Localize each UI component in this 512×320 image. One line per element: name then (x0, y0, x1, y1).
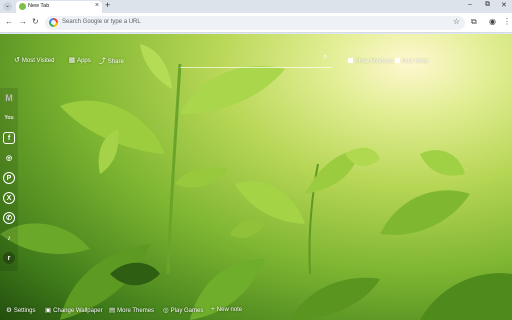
whatsapp-glyph: ✆ (6, 215, 12, 222)
tab-title: New Tab (28, 3, 50, 9)
search-input[interactable] (180, 67, 332, 68)
most-visited-button[interactable]: ↺ Most Visited (14, 56, 54, 66)
pinterest-icon[interactable]: P (3, 172, 15, 184)
forward-icon[interactable]: → (19, 17, 27, 26)
new-note-label: New note (216, 307, 243, 313)
tiktok-glyph: ♪ (7, 234, 11, 242)
reddit-glyph: r (7, 254, 11, 262)
wallpaper-leaves (0, 44, 512, 320)
themes-icon: ▤ (109, 307, 116, 314)
social-sidebar: M You f ◎ P X ✆ ♪ r (0, 88, 18, 271)
youtube-glyph: You (4, 115, 14, 121)
image-icon: ▣ (45, 307, 52, 314)
share-button[interactable]: ⤴ Share (99, 56, 124, 66)
dark-mode-label: Dark Mode (402, 58, 429, 65)
change-wallpaper-label: Change Wallpaper (53, 308, 103, 314)
tab-new-tab[interactable]: New Tab × (16, 1, 102, 13)
new-tab-button[interactable]: + (105, 0, 110, 10)
profile-icon[interactable]: ◉ (489, 17, 496, 26)
google-icon (49, 18, 58, 27)
show-shortcuts-toggle[interactable]: Show Shortcuts (348, 58, 394, 65)
play-games-button[interactable]: ◎ Play Games (163, 306, 203, 314)
new-tab-page: ↺ Most Visited ▦ Apps ⤴ Share ⌕ Show Shortc… (0, 34, 512, 320)
restore-icon[interactable]: ⧉ (485, 1, 490, 9)
x-icon[interactable]: X (3, 192, 15, 204)
share-icon: ⤴ (98, 58, 106, 65)
settings-button[interactable]: ⚙ Settings (6, 306, 36, 314)
instagram-icon[interactable]: ◎ (3, 152, 15, 164)
reddit-icon[interactable]: r (3, 252, 15, 264)
bottom-bar: ⚙ Settings ▣ Change Wallpaper ▤ More Themes… (0, 302, 512, 320)
facebook-glyph: f (7, 134, 11, 142)
instagram-glyph: ◎ (5, 155, 13, 162)
extensions-icon[interactable]: ⧉ (471, 17, 477, 27)
settings-label: Settings (13, 308, 36, 314)
youtube-icon[interactable]: You (3, 112, 15, 124)
tab-search-icon[interactable]: ⌄ (3, 2, 12, 11)
x-glyph: X (6, 194, 12, 202)
reload-icon[interactable]: ↻ (32, 17, 39, 26)
gamepad-icon: ◎ (163, 307, 169, 314)
more-themes-label: More Themes (117, 308, 155, 314)
minimize-icon[interactable]: – (468, 1, 472, 8)
browser-toolbar: ← → ↻ Search Google or type a URL ☆ ⧉ ◉ … (0, 13, 512, 33)
apps-label: Apps (77, 58, 91, 64)
dark-mode-toggle[interactable]: Dark Mode (395, 58, 429, 65)
show-shortcuts-label: Show Shortcuts (355, 58, 394, 65)
gmail-icon[interactable]: M (3, 92, 15, 104)
tab-close-icon[interactable]: × (95, 2, 99, 9)
omnibox[interactable]: Search Google or type a URL ☆ (45, 16, 465, 30)
share-label: Share (107, 59, 124, 65)
apps-button[interactable]: ▦ Apps (68, 56, 90, 66)
plus-icon: + (211, 306, 215, 313)
whatsapp-icon[interactable]: ✆ (3, 212, 15, 224)
omnibox-placeholder: Search Google or type a URL (62, 18, 141, 25)
new-note-button[interactable]: + New note (211, 306, 242, 313)
tab-strip: ⌄ New Tab × + – ⧉ ✕ (0, 0, 512, 13)
history-icon: ↺ (14, 57, 20, 64)
leaf-favicon-icon (19, 3, 26, 10)
checkbox-icon (395, 58, 400, 63)
apps-grid-icon: ▦ (68, 57, 76, 64)
gmail-glyph: M (5, 93, 13, 103)
menu-icon[interactable]: ⋮ (503, 17, 511, 26)
pinterest-glyph: P (6, 174, 12, 182)
play-games-label: Play Games (170, 308, 204, 314)
back-icon[interactable]: ← (5, 17, 13, 26)
facebook-icon[interactable]: f (3, 132, 15, 144)
gear-icon: ⚙ (6, 307, 12, 314)
top-bar: ↺ Most Visited ▦ Apps ⤴ Share (14, 56, 124, 66)
change-wallpaper-button[interactable]: ▣ Change Wallpaper (45, 306, 103, 314)
more-themes-button[interactable]: ▤ More Themes (109, 306, 154, 314)
bookmark-star-icon[interactable]: ☆ (453, 17, 460, 26)
most-visited-label: Most Visited (21, 58, 55, 64)
tiktok-icon[interactable]: ♪ (3, 232, 15, 244)
close-window-icon[interactable]: ✕ (501, 1, 507, 9)
search-icon[interactable]: ⌕ (323, 52, 327, 62)
checkbox-icon (348, 58, 353, 63)
